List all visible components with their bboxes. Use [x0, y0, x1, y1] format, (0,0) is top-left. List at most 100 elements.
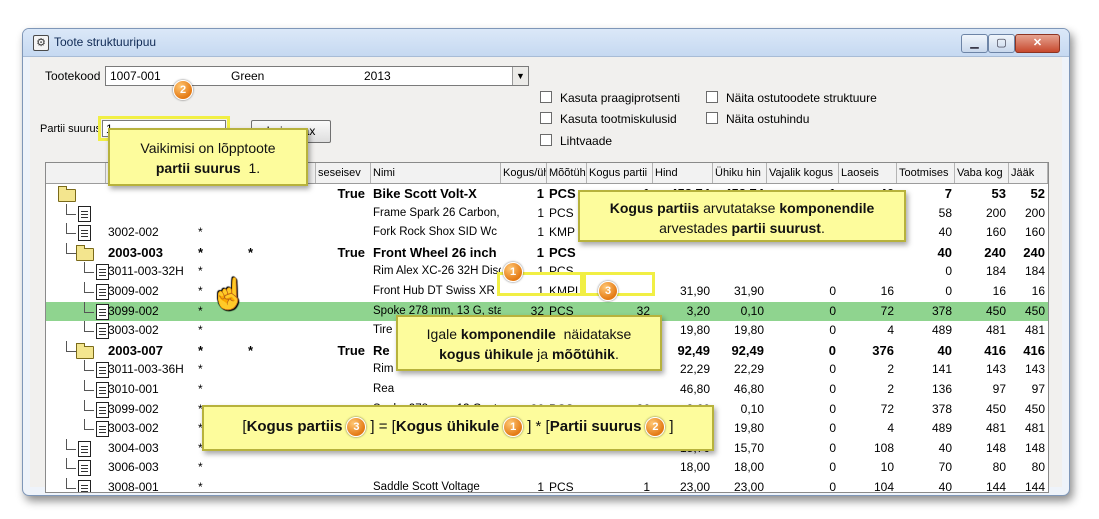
- callout-text: Vaikimisi on lõpptoote: [140, 140, 276, 156]
- minimize-button[interactable]: ▁: [961, 34, 988, 53]
- name-cell: Fork Rock Shox SID Wc: [373, 226, 497, 239]
- product-combo[interactable]: 1007-001 Green 2013 ▼: [105, 66, 529, 86]
- checkbox-show-purchase-structures[interactable]: Näita ostutoodete struktuure: [706, 91, 877, 105]
- callout-default-batch: Vaikimisi on lõpptoote partii suurus 1.: [108, 128, 308, 186]
- free-qty-cell: 80: [992, 460, 1006, 475]
- checkbox-box[interactable]: [540, 91, 552, 103]
- column-header[interactable]: Ühiku hin: [713, 163, 767, 183]
- checkbox-box[interactable]: [706, 112, 718, 124]
- stock-cell: [839, 262, 897, 282]
- column-header[interactable]: Jääk: [1009, 163, 1048, 183]
- standalone-cell: [316, 478, 371, 492]
- tree-connector: [66, 458, 76, 470]
- free-qty-cell: 160: [985, 225, 1006, 240]
- checkbox-simple-view[interactable]: Lihtvaade: [540, 134, 612, 148]
- callout-formula: [Kogus partiis 3] = [Kogus ühikule 1] * [P…: [202, 405, 714, 451]
- flag-b-cell: *: [248, 244, 254, 260]
- badge-3-icon: 3: [598, 281, 618, 301]
- tree-connector: [84, 380, 94, 391]
- badge-1-icon: 1: [503, 262, 523, 282]
- callout-bold-text: partii suurus: [155, 160, 241, 176]
- flag-b-cell: [246, 380, 316, 400]
- in-production-cell: 141: [931, 362, 952, 377]
- batch-qty-cell: [587, 243, 653, 263]
- in-production-cell: 489: [931, 421, 952, 436]
- badge-2-icon: 2: [173, 80, 193, 100]
- unit-price-cell: 0,10: [740, 401, 764, 416]
- balance-cell: 200: [1024, 205, 1045, 220]
- code-cell: 3099-002: [108, 401, 159, 416]
- column-header[interactable]: Laoseis: [839, 163, 897, 183]
- stock-cell: 72: [880, 401, 894, 416]
- code-cell: 3009-002: [108, 284, 159, 298]
- balance-cell: 143: [1024, 362, 1045, 377]
- callout-batch-qty: Kogus partiis arvutatakse komponendile a…: [578, 190, 906, 242]
- table-row[interactable]: 3006-003 * 18,00 18,00 0 10 70 80 80: [46, 458, 1048, 478]
- stock-cell: 2: [887, 362, 894, 377]
- flag-a-cell: *: [198, 244, 204, 260]
- price-cell: 31,90: [679, 284, 710, 298]
- callout-bold-text: komponendile: [779, 200, 875, 216]
- column-header[interactable]: Mõõtüh: [547, 163, 587, 183]
- column-header[interactable]: [46, 163, 106, 183]
- folder-icon: [58, 186, 76, 202]
- stock-cell: 376: [872, 342, 894, 358]
- column-header[interactable]: seseisev: [316, 163, 371, 183]
- checkbox-label: Näita ostutoodete struktuure: [726, 91, 877, 105]
- code-cell: [108, 204, 196, 224]
- balance-cell: 16: [1031, 284, 1045, 298]
- folder-icon: [76, 244, 94, 261]
- standalone-cell: True: [337, 342, 365, 358]
- required-qty-cell: [767, 243, 839, 263]
- callout-bold-text: Kogus partiis: [609, 200, 700, 216]
- qty-per-unit-cell: 1: [536, 186, 544, 201]
- balance-cell: 148: [1024, 440, 1045, 455]
- table-row[interactable]: 2003-003 * * True Front Wheel 26 inch 1 PCS 40 2…: [46, 242, 1048, 263]
- unit-price-cell: 23,00: [733, 480, 764, 493]
- checkbox-box[interactable]: [540, 112, 552, 124]
- column-header[interactable]: Tootmises: [897, 163, 955, 183]
- in-production-cell: 136: [931, 382, 952, 396]
- formula-term: Kogus partiis: [246, 418, 343, 435]
- balance-cell: 450: [1024, 401, 1045, 416]
- close-button[interactable]: ✕: [1015, 34, 1060, 53]
- stock-cell: 10: [880, 460, 894, 475]
- table-row[interactable]: 3008-001 * Saddle Scott Voltage 1 PCS 1 23,00 2…: [46, 478, 1048, 493]
- tree-connector: [84, 282, 94, 293]
- qty-per-unit-cell: [501, 380, 547, 400]
- column-header[interactable]: Hind: [653, 163, 713, 183]
- checkbox-scrap-percent[interactable]: Kasuta praagiprotsenti: [540, 91, 680, 105]
- flag-b-cell: [246, 458, 316, 478]
- table-row[interactable]: 3010-001 * Rea 46,80 46,80 0 2 136 97 97: [46, 380, 1048, 400]
- balance-cell: 240: [1023, 244, 1045, 260]
- balance-cell: 97: [1031, 382, 1045, 396]
- checkbox-production-costs[interactable]: Kasuta tootmiskulusid: [540, 112, 677, 126]
- unit-price-cell: 19,80: [733, 421, 764, 436]
- product-code-label: Tootekood: [45, 69, 101, 83]
- code-cell: 3003-002: [108, 323, 159, 338]
- column-header[interactable]: Vajalik kogus: [767, 163, 839, 183]
- maximize-button[interactable]: ▢: [988, 34, 1015, 53]
- column-header[interactable]: Kogus/üh: [501, 163, 547, 183]
- product-code-value: 1007-001: [110, 69, 161, 83]
- required-qty-cell: 0: [829, 480, 836, 493]
- free-qty-cell: 53: [991, 186, 1006, 201]
- document-icon: [78, 205, 91, 222]
- unit-price-cell: 31,90: [733, 284, 764, 298]
- column-header[interactable]: Vaba kog: [955, 163, 1009, 183]
- checkbox-show-purchase-prices[interactable]: Näita ostuhindu: [706, 112, 809, 126]
- checkbox-box[interactable]: [540, 134, 552, 146]
- formula-text: ]: [669, 418, 674, 435]
- combo-dropdown-arrow-icon[interactable]: ▼: [512, 67, 528, 85]
- checkbox-box[interactable]: [706, 91, 718, 103]
- badge-3-icon: 3: [346, 417, 367, 438]
- column-header[interactable]: Nimi: [371, 163, 501, 183]
- qty-per-unit-cell: [501, 458, 547, 478]
- code-cell: 3004-003: [108, 440, 159, 455]
- column-header[interactable]: Kogus partii: [587, 163, 653, 183]
- unit-cell: PCS: [549, 480, 574, 493]
- balance-cell: 160: [1024, 225, 1045, 240]
- unit-cell: PCS: [549, 244, 576, 260]
- tree-connector: [66, 478, 76, 489]
- callout-text: arvestades: [659, 220, 728, 236]
